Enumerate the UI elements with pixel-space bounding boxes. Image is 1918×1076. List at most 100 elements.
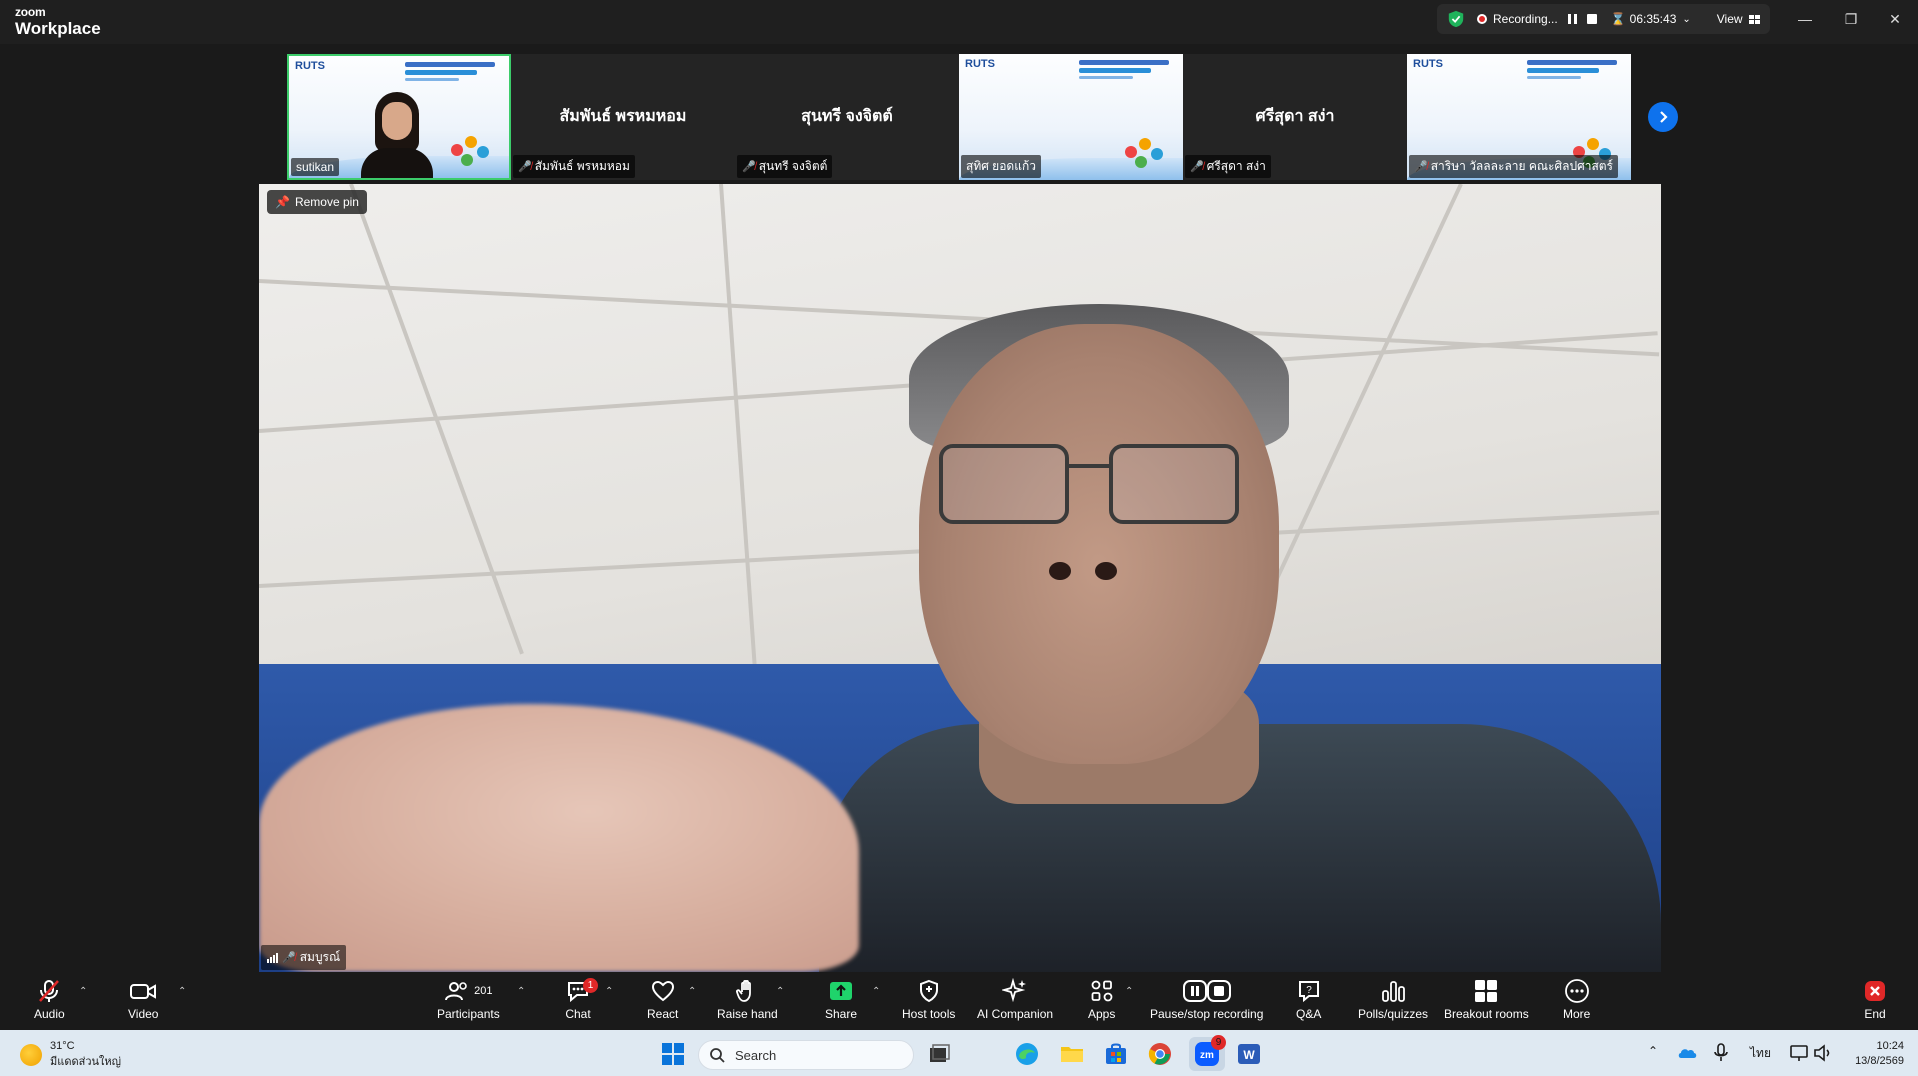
word-app-icon[interactable]: W [1236,1041,1262,1067]
participant-tile-sutikan[interactable]: RUTS sutikan [287,54,511,180]
chat-button[interactable]: Chat 1 [565,978,598,1021]
video-camera-icon [130,984,157,999]
brand-line1: zoom [15,5,46,19]
books-graphic [1121,134,1171,174]
more-button[interactable]: More [1563,978,1590,1021]
apps-button[interactable]: Apps [1088,978,1115,1021]
video-options-caret-icon[interactable]: ⌃ [178,986,186,997]
raise-hand-icon [736,979,752,1002]
pause-stop-recording-icon [1182,980,1231,1002]
participant-tile[interactable]: สุนทรี จงจิตต์ 🎤̸ สุนทรี จงจิตต์ [735,54,959,180]
breakout-rooms-icon [1475,980,1498,1002]
breakout-rooms-button[interactable]: Breakout rooms [1444,978,1529,1021]
raise-hand-button[interactable]: Raise hand [717,978,778,1021]
microphone-tray-icon[interactable] [1712,1042,1730,1064]
ai-companion-label: AI Companion [977,1007,1054,1021]
svg-text:?: ? [1306,985,1312,996]
weather-sun-icon [20,1044,42,1066]
task-view-icon[interactable] [926,1041,952,1067]
meeting-timer: 06:35:43 [1629,12,1677,26]
gallery-strip: RUTS sutikan สัมพันธ์ พรหมหอม 🎤̸ สัมพันธ… [0,44,1918,184]
clock-date: 13/8/2569 [1855,1055,1904,1067]
chat-unread-badge: 1 [583,978,598,993]
encryption-shield-icon[interactable] [1447,10,1465,28]
share-button[interactable]: Share [825,978,857,1021]
polls-button[interactable]: Polls/quizzes [1358,978,1428,1021]
speaker-name-tag: 🎤̸ สมบูรณ์ [261,945,347,970]
slide-title-graphic [405,62,495,88]
participant-name: สัมพันธ์ พรหมหอม [534,159,630,173]
share-screen-icon [830,982,853,1000]
input-language-indicator[interactable]: ไทย [1750,1044,1771,1063]
stop-recording-icon[interactable] [1586,14,1597,24]
volume-icon[interactable] [1812,1042,1834,1064]
weather-description: มีแดดส่วนใหญ่ [50,1056,122,1068]
view-button[interactable]: View [1717,12,1743,26]
chat-options-caret-icon[interactable]: ⌃ [605,986,613,997]
zoom-app-active[interactable]: zm 9 [1189,1035,1226,1071]
restore-icon[interactable]: ❐ [1836,8,1866,30]
participant-video [361,92,433,178]
remove-pin-label: Remove pin [294,195,359,209]
host-tools-button[interactable]: Host tools [902,978,955,1021]
participant-display-name: สัมพันธ์ พรหมหอม [559,108,687,125]
react-label: React [647,1007,679,1021]
audio-button[interactable]: Audio [34,978,65,1021]
pause-recording-icon[interactable] [1567,14,1577,24]
edge-browser-icon[interactable] [1014,1041,1040,1067]
onedrive-cloud-icon[interactable] [1676,1042,1698,1064]
participant-display-name: สุนทรี จงจิตต์ [801,108,893,125]
view-grid-icon[interactable] [1748,14,1760,24]
polls-label: Polls/quizzes [1358,1007,1429,1021]
audio-options-caret-icon[interactable]: ⌃ [79,986,87,997]
participant-tile[interactable]: ศรีสุดา สง่า 🎤̸ ศรีสุดา สง่า [1183,54,1407,180]
host-tools-label: Host tools [902,1007,956,1021]
participants-icon [445,982,467,1001]
show-hidden-icons-chevron-icon[interactable]: ⌃ [1648,1044,1658,1058]
pause-stop-recording-button[interactable]: Pause/stop recording [1150,978,1263,1021]
end-meeting-button[interactable]: End [1862,978,1888,1021]
microsoft-store-icon[interactable] [1103,1041,1129,1067]
hourglass-icon: ⌛ [1610,12,1626,26]
react-options-caret-icon[interactable]: ⌃ [688,986,696,997]
participants-button[interactable]: 201 Participants [437,978,500,1021]
network-icon[interactable] [1788,1042,1810,1064]
remove-pin-button[interactable]: 📌 Remove pin [267,190,367,214]
speaker-nostril [1049,562,1071,580]
search-icon [710,1048,725,1063]
participants-label: Participants [437,1007,500,1021]
participant-name-tag: 🎤̸ สาริษา วัลลละลาย คณะศิลปศาสตร์ [1409,155,1619,178]
participant-tile[interactable]: RUTS 🎤̸ สาริษา วัลลละลาย คณะศิลปศาสตร์ [1407,54,1631,180]
zoom-workplace-logo: zoom Workplace [15,6,101,37]
participant-tile[interactable]: RUTS สุทิศ ยอดแก้ว [959,54,1183,180]
participant-name: สุทิศ ยอดแก้ว [966,159,1036,173]
participant-name: sutikan [296,160,335,174]
weather-widget[interactable]: 31°C มีแดดส่วนใหญ่ [20,1040,121,1070]
react-button[interactable]: React [647,978,678,1021]
chrome-browser-icon[interactable] [1147,1041,1173,1067]
taskbar-clock[interactable]: 10:24 13/8/2569 [1855,1039,1904,1069]
share-label: Share [825,1007,858,1021]
main-speaker-video[interactable]: 📌 Remove pin 🎤̸ สมบูรณ์ [259,184,1661,972]
raise-hand-options-caret-icon[interactable]: ⌃ [776,986,784,997]
close-icon[interactable]: ✕ [1880,8,1910,30]
raise-hand-label: Raise hand [717,1007,778,1021]
participant-tile[interactable]: สัมพันธ์ พรหมหอม 🎤̸ สัมพันธ์ พรหมหอม [511,54,735,180]
mic-muted-icon: 🎤̸ [1414,161,1428,173]
qa-button[interactable]: ? Q&A [1296,978,1321,1021]
windows-start-icon[interactable] [660,1041,686,1067]
books-graphic [447,132,497,172]
apps-options-caret-icon[interactable]: ⌃ [1125,986,1133,997]
brand-line2: Workplace [15,19,101,38]
ai-companion-button[interactable]: AI Companion [977,978,1053,1021]
svg-text:W: W [1243,1048,1255,1062]
file-explorer-icon[interactable] [1059,1041,1085,1067]
participants-options-caret-icon[interactable]: ⌃ [517,986,525,997]
minimize-icon[interactable]: — [1790,8,1820,30]
search-placeholder: Search [735,1047,777,1063]
gallery-next-button[interactable] [1648,102,1678,132]
share-options-caret-icon[interactable]: ⌃ [872,986,880,997]
chevron-down-icon[interactable]: ⌄ [1682,14,1690,25]
taskbar-search-box[interactable]: Search [698,1040,914,1070]
video-button[interactable]: Video [128,978,158,1021]
